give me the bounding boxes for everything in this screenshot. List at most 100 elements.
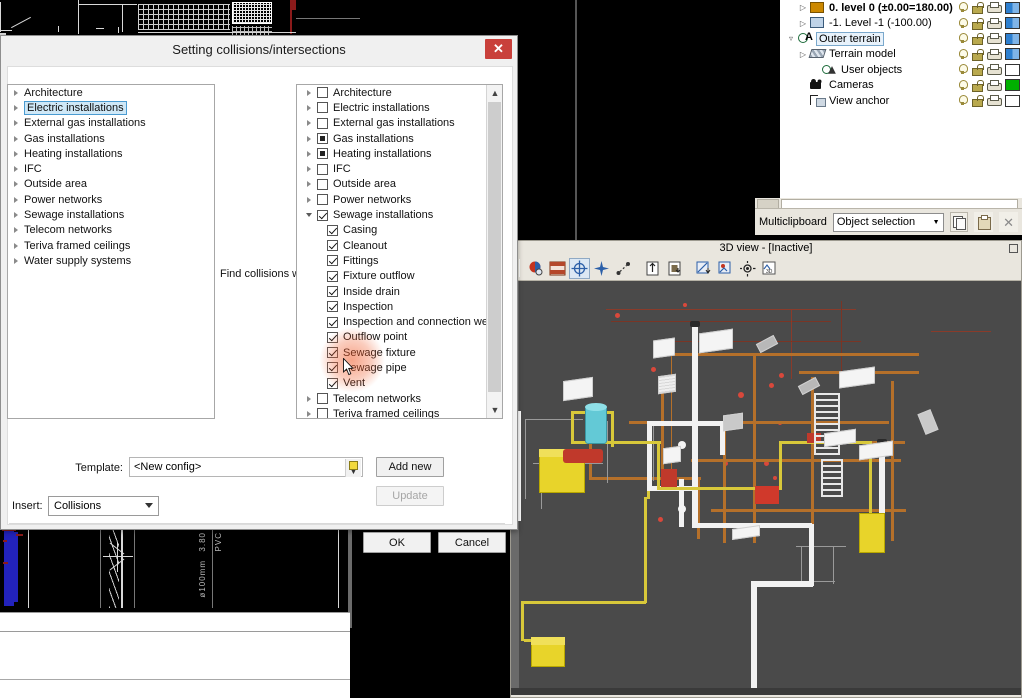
source-tree-item[interactable]: Water supply systems xyxy=(8,253,214,268)
category-checkbox[interactable] xyxy=(327,316,338,328)
fly-through-icon[interactable] xyxy=(591,258,612,279)
target-tree-item[interactable]: IFC xyxy=(297,161,487,176)
chevron-right-icon[interactable] xyxy=(8,257,24,264)
export-view-icon[interactable] xyxy=(693,258,714,279)
category-checkbox[interactable] xyxy=(317,87,328,99)
chevron-right-icon[interactable] xyxy=(301,89,317,96)
chevron-right-icon[interactable] xyxy=(301,104,317,111)
print-icon[interactable] xyxy=(987,48,1002,60)
chevron-right-icon[interactable] xyxy=(301,135,317,142)
category-checkbox[interactable] xyxy=(327,331,338,343)
target-tree-item[interactable]: Architecture xyxy=(297,85,487,100)
visibility-icon[interactable] xyxy=(958,79,968,91)
insert-select[interactable]: Collisions xyxy=(48,496,159,516)
target-tree-item[interactable]: Outside area xyxy=(297,177,487,192)
template-input[interactable]: <New config> ▼ xyxy=(129,457,363,477)
object-selection-dropdown[interactable]: Object selection ▼ xyxy=(832,212,944,232)
source-tree-item[interactable]: Outside area xyxy=(8,177,214,192)
delete-button[interactable]: ✕ xyxy=(999,212,1019,232)
chevron-right-icon[interactable]: ▷ xyxy=(784,50,810,59)
lock-icon[interactable] xyxy=(971,48,984,61)
chevron-right-icon[interactable] xyxy=(301,395,317,402)
target-tree-scrollbar[interactable]: ▲ ▼ xyxy=(486,85,502,418)
chevron-right-icon[interactable] xyxy=(301,166,317,173)
visibility-icon[interactable] xyxy=(958,17,968,29)
scroll-up-icon[interactable]: ▲ xyxy=(487,85,502,101)
chevron-down-icon[interactable]: ▿ xyxy=(784,34,798,43)
chevron-right-icon[interactable] xyxy=(8,166,24,173)
chevron-right-icon[interactable] xyxy=(8,89,24,96)
tree-row-toggles[interactable] xyxy=(958,62,1020,78)
tree-row[interactable]: ▷ Terrain model xyxy=(780,47,1022,63)
target-tree-item[interactable]: Inspection and connection well xyxy=(297,314,487,329)
wall-display-icon[interactable] xyxy=(547,258,568,279)
target-tree-item[interactable]: Outflow point xyxy=(297,330,487,345)
category-checkbox[interactable] xyxy=(327,347,338,359)
source-tree-item[interactable]: Sewage installations xyxy=(8,207,214,222)
chevron-right-icon[interactable] xyxy=(301,410,317,417)
color-swatch[interactable] xyxy=(1005,94,1020,107)
scroll-down-icon[interactable]: ▼ xyxy=(487,402,502,418)
category-checkbox[interactable] xyxy=(327,255,338,267)
category-checkbox[interactable] xyxy=(327,240,338,252)
chevron-right-icon[interactable]: ▷ xyxy=(784,19,810,28)
category-checkbox[interactable] xyxy=(317,393,328,405)
source-tree-item[interactable]: Heating installations xyxy=(8,146,214,161)
color-swatch[interactable] xyxy=(1005,63,1020,76)
chevron-right-icon[interactable] xyxy=(301,150,317,157)
chevron-right-icon[interactable] xyxy=(8,104,24,111)
target-tree-item[interactable]: Heating installations xyxy=(297,146,487,161)
chevron-right-icon[interactable] xyxy=(8,196,24,203)
sun-settings-icon[interactable] xyxy=(737,258,758,279)
chevron-right-icon[interactable] xyxy=(8,227,24,234)
tree-row-toggles[interactable] xyxy=(958,16,1020,32)
lock-icon[interactable] xyxy=(971,2,984,15)
orbit-icon[interactable] xyxy=(569,257,590,279)
walk-path-icon[interactable] xyxy=(613,258,634,279)
tree-row-outer-terrain[interactable]: ▿ Outer terrain xyxy=(780,31,1022,47)
copy-button[interactable] xyxy=(949,212,969,232)
chevron-right-icon[interactable] xyxy=(301,196,317,203)
cancel-button[interactable]: Cancel xyxy=(438,532,506,553)
category-checkbox[interactable] xyxy=(327,286,338,297)
tree-row[interactable]: ▷ -1. Level -1 (-100.00) xyxy=(780,16,1022,32)
tree-row-view-anchor[interactable]: View anchor xyxy=(780,93,1022,109)
chevron-right-icon[interactable] xyxy=(301,181,317,188)
target-tree-item[interactable]: Inspection xyxy=(297,299,487,314)
tree-row-toggles[interactable] xyxy=(958,0,1020,16)
lock-icon[interactable] xyxy=(971,17,984,30)
category-checkbox[interactable] xyxy=(317,408,328,418)
tree-row-toggles[interactable] xyxy=(958,93,1020,109)
source-tree-item[interactable]: Electric installations xyxy=(8,100,214,115)
category-checkbox[interactable] xyxy=(317,117,328,129)
color-swatch[interactable] xyxy=(1005,1,1020,14)
category-checkbox[interactable] xyxy=(317,194,328,206)
chevron-right-icon[interactable] xyxy=(8,212,24,219)
print-icon[interactable] xyxy=(987,17,1002,29)
minimize-icon[interactable] xyxy=(1009,244,1018,253)
scrollbar-thumb[interactable] xyxy=(488,102,501,392)
view3d-canvas[interactable] xyxy=(511,281,1021,695)
ok-button[interactable]: OK xyxy=(363,532,431,553)
target-category-tree[interactable]: Architecture Electric installations Extern… xyxy=(296,84,503,419)
render-settings-icon[interactable] xyxy=(525,258,546,279)
insert-view-anchor-icon[interactable] xyxy=(664,258,685,279)
print-icon[interactable] xyxy=(987,79,1002,91)
tree-row-toggles[interactable] xyxy=(958,47,1020,63)
color-swatch[interactable] xyxy=(1005,32,1020,45)
lock-icon[interactable] xyxy=(971,64,984,77)
target-tree-item[interactable]: Sewage pipe xyxy=(297,360,487,375)
target-tree-item[interactable]: Fittings xyxy=(297,253,487,268)
source-tree-item[interactable]: IFC xyxy=(8,161,214,176)
tree-row[interactable]: ▷ 0. level 0 (±0.00=180.00) xyxy=(780,0,1022,16)
target-tree-item[interactable]: Electric installations xyxy=(297,100,487,115)
source-tree-item[interactable]: External gas installations xyxy=(8,116,214,131)
category-checkbox[interactable] xyxy=(317,209,328,221)
lock-icon[interactable] xyxy=(971,79,984,92)
source-tree-item[interactable]: Teriva framed ceilings xyxy=(8,238,214,253)
add-new-button[interactable]: Add new xyxy=(376,457,444,477)
chevron-right-icon[interactable] xyxy=(8,150,24,157)
category-checkbox[interactable] xyxy=(327,224,338,236)
print-icon[interactable] xyxy=(987,64,1002,76)
source-tree-item[interactable]: Power networks xyxy=(8,192,214,207)
